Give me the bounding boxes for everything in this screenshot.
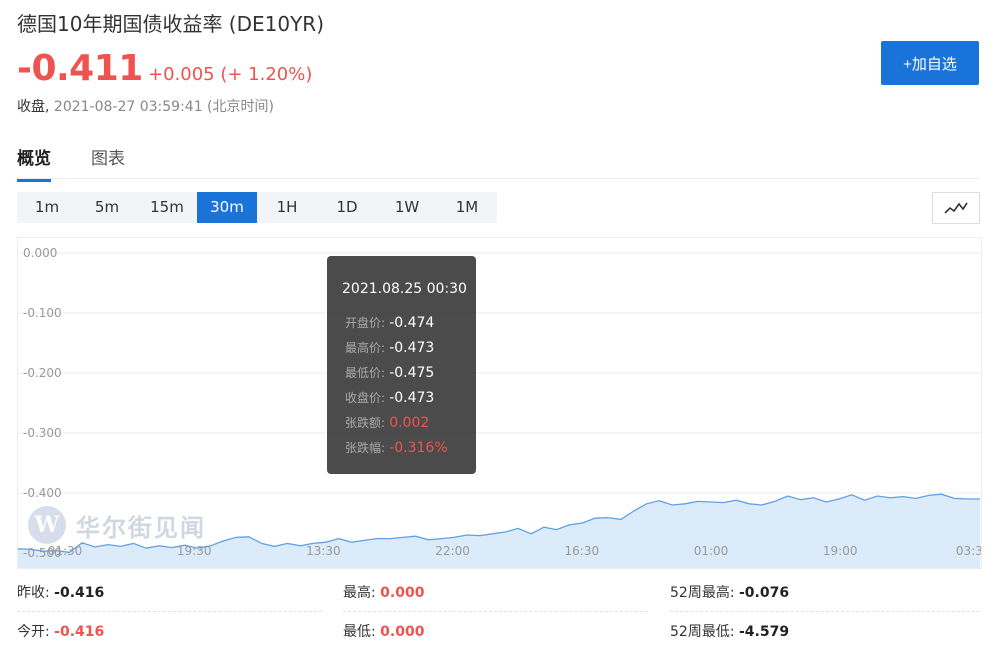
tooltip-high-value: -0.473 bbox=[389, 340, 435, 356]
y-tick-label: 0.000 bbox=[23, 246, 57, 260]
x-tick-label: 22:00 bbox=[435, 544, 470, 558]
stat-low: 最低: 0.000 bbox=[343, 621, 424, 641]
wallstreetcn-logo: W bbox=[28, 506, 66, 544]
stat-label: 最低: bbox=[343, 624, 376, 640]
tooltip-low: 最低价: -0.475 bbox=[345, 364, 434, 381]
y-tick-label: -0.400 bbox=[23, 486, 62, 500]
chart-type-button[interactable] bbox=[932, 192, 980, 224]
period-1h[interactable]: 1H bbox=[257, 192, 317, 223]
tooltip-percent-label: 张跌幅: bbox=[345, 441, 386, 455]
x-tick-label: 01:30 bbox=[48, 544, 83, 558]
page-title: 德国10年期国债收益率 (DE10YR) bbox=[17, 12, 325, 36]
x-tick-label: 19:00 bbox=[823, 544, 858, 558]
status-label: 收盘, bbox=[17, 99, 50, 115]
period-1mo[interactable]: 1M bbox=[437, 192, 497, 223]
tooltip-percent-value: -0.316% bbox=[389, 440, 448, 456]
tooltip-low-value: -0.475 bbox=[389, 365, 435, 381]
x-tick-label: 03:3 bbox=[956, 544, 981, 558]
x-tick-label: 19:30 bbox=[177, 544, 212, 558]
watermark-text: 华尔街见闻 bbox=[76, 512, 206, 542]
tooltip-change-label: 张跌额: bbox=[345, 416, 386, 430]
tab-bar: 概览 图表 bbox=[17, 144, 165, 182]
period-1m[interactable]: 1m bbox=[17, 192, 77, 223]
period-30m[interactable]: 30m bbox=[197, 192, 257, 223]
x-tick-label: 13:30 bbox=[306, 544, 341, 558]
stats-row: 今开: -0.416 最低: 0.000 52周最低: -4.579 bbox=[17, 613, 980, 651]
x-tick-label: 16:30 bbox=[565, 544, 600, 558]
tooltip-change: 张跌额: 0.002 bbox=[345, 414, 429, 431]
stat-label: 今开: bbox=[17, 624, 50, 640]
price-change: +0.005 (+ 1.20%) bbox=[148, 64, 313, 85]
tab-overview[interactable]: 概览 bbox=[17, 144, 51, 182]
period-1d[interactable]: 1D bbox=[317, 192, 377, 223]
tooltip-percent: 张跌幅: -0.316% bbox=[345, 439, 448, 456]
stat-label: 最高: bbox=[343, 585, 376, 601]
stat-value: 0.000 bbox=[380, 624, 425, 640]
market-status: 收盘, 2021-08-27 03:59:41 (北京时间) bbox=[17, 96, 274, 116]
row-divider bbox=[17, 611, 322, 612]
stat-value: -0.076 bbox=[738, 585, 790, 601]
tooltip-open-label: 开盘价: bbox=[345, 316, 386, 330]
tooltip-open: 开盘价: -0.474 bbox=[345, 314, 434, 331]
watermark: W 华尔街见闻 bbox=[28, 506, 206, 544]
stat-value: 0.000 bbox=[380, 585, 425, 601]
stat-label: 52周最低: bbox=[670, 624, 735, 640]
stat-prev-close: 昨收: -0.416 bbox=[17, 582, 104, 602]
tooltip-close-value: -0.473 bbox=[389, 390, 435, 406]
stat-52w-low: 52周最低: -4.579 bbox=[670, 621, 789, 641]
stat-open: 今开: -0.416 bbox=[17, 621, 104, 641]
tooltip-high: 最高价: -0.473 bbox=[345, 339, 434, 356]
tooltip-change-value: 0.002 bbox=[389, 415, 430, 431]
tooltip-open-value: -0.474 bbox=[389, 315, 435, 331]
tooltip-close: 收盘价: -0.473 bbox=[345, 389, 434, 406]
tab-chart[interactable]: 图表 bbox=[91, 144, 125, 182]
tab-divider bbox=[17, 178, 979, 179]
y-tick-label: -0.300 bbox=[23, 426, 62, 440]
tooltip-close-label: 收盘价: bbox=[345, 391, 386, 405]
period-5m[interactable]: 5m bbox=[77, 192, 137, 223]
stat-high: 最高: 0.000 bbox=[343, 582, 424, 602]
add-watchlist-button[interactable]: +加自选 bbox=[881, 41, 979, 85]
tooltip-low-label: 最低价: bbox=[345, 366, 386, 380]
period-15m[interactable]: 15m bbox=[137, 192, 197, 223]
row-divider bbox=[670, 611, 980, 612]
stat-value: -0.416 bbox=[54, 585, 105, 601]
line-chart-icon bbox=[944, 202, 968, 214]
current-price: -0.411 bbox=[17, 48, 143, 89]
stat-value: -0.416 bbox=[54, 624, 105, 640]
status-time: 2021-08-27 03:59:41 (北京时间) bbox=[53, 99, 274, 115]
stats-row: 昨收: -0.416 最高: 0.000 52周最高: -0.076 bbox=[17, 574, 980, 612]
period-selector: 1m 5m 15m 30m 1H 1D 1W 1M bbox=[17, 192, 497, 223]
x-tick-label: 01:00 bbox=[694, 544, 729, 558]
period-1w[interactable]: 1W bbox=[377, 192, 437, 223]
stat-label: 52周最高: bbox=[670, 585, 735, 601]
y-tick-label: -0.200 bbox=[23, 366, 62, 380]
stat-value: -4.579 bbox=[738, 624, 790, 640]
row-divider bbox=[343, 611, 648, 612]
tooltip-high-label: 最高价: bbox=[345, 341, 386, 355]
tooltip-date: 2021.08.25 00:30 bbox=[342, 281, 467, 297]
y-tick-label: -0.100 bbox=[23, 306, 62, 320]
chart-tooltip: 2021.08.25 00:30 开盘价: -0.474 最高价: -0.473… bbox=[327, 256, 476, 474]
stat-label: 昨收: bbox=[17, 585, 50, 601]
stat-52w-high: 52周最高: -0.076 bbox=[670, 582, 789, 602]
